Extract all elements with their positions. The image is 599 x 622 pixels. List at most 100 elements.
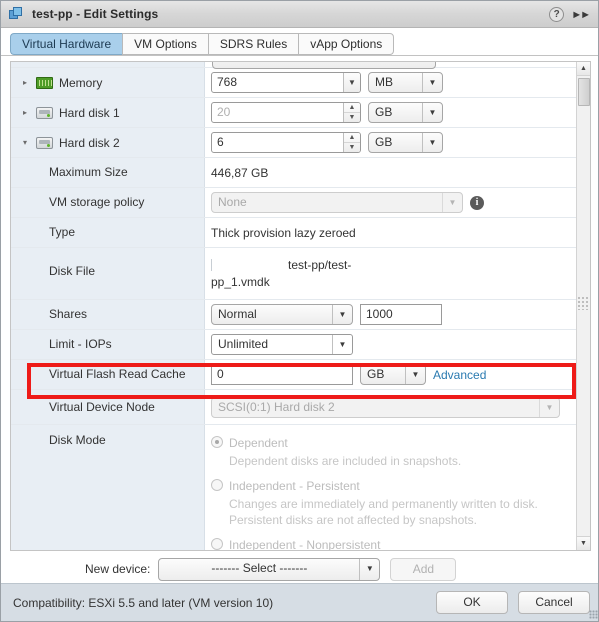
row-hard-disk-1: ▸ Hard disk 1 20 ▲ ▼ GB ▼ [11, 98, 576, 128]
chevron-down-icon[interactable]: ▼ [332, 335, 352, 354]
hard-disk-2-size-input[interactable]: 6 ▲ ▼ [211, 132, 361, 153]
chevron-down-icon[interactable]: ▼ [539, 397, 559, 417]
virtual-device-node-value: SCSI(0:1) Hard disk 2 [218, 399, 335, 414]
row-label-limit-iops: Limit - IOPs [11, 330, 205, 359]
vm-storage-policy-value: None [218, 195, 247, 209]
panel-resize-grip[interactable] [577, 296, 589, 310]
chevron-down-icon[interactable]: ▼ [405, 365, 425, 384]
device-label-hard-disk-1: Hard disk 1 [59, 105, 120, 120]
memory-size-value[interactable]: 768 [212, 73, 343, 92]
hard-disk-1-size-value[interactable]: 20 [212, 103, 343, 122]
virtual-device-node-select[interactable]: SCSI(0:1) Hard disk 2 ▼ [211, 396, 560, 418]
maximum-size-value: 446,87 GB [211, 165, 269, 180]
disk-mode-label-independent-persistent: Independent - Persistent [229, 479, 360, 493]
tab-virtual-hardware[interactable]: Virtual Hardware [10, 33, 123, 55]
disk-mode-option-independent-persistent[interactable]: Independent - Persistent [211, 478, 570, 494]
row-label-shares: Shares [11, 300, 205, 329]
row-value-limit-iops: Unlimited ▼ [205, 330, 576, 359]
scrollbar-thumb[interactable] [578, 78, 590, 106]
hard-disk-icon [36, 136, 53, 149]
stepper-up-icon[interactable]: ▲ [344, 133, 360, 143]
window-title: test-pp - Edit Settings [32, 7, 159, 21]
tab-sdrs-rules[interactable]: SDRS Rules [207, 33, 299, 55]
add-device-button[interactable]: Add [390, 557, 457, 581]
row-value-virtual-device-node: SCSI(0:1) Hard disk 2 ▼ [205, 390, 576, 424]
row-label-disk-mode: Disk Mode [11, 425, 205, 550]
row-value-virtual-flash-read-cache: 0 GB ▼ Advanced [205, 360, 576, 389]
edit-settings-dialog: test-pp - Edit Settings ? ►► Virtual Har… [0, 0, 599, 622]
limit-iops-select[interactable]: Unlimited ▼ [211, 334, 353, 355]
disk-mode-label-dependent: Dependent [229, 436, 288, 450]
radio-independent-nonpersistent-icon[interactable] [211, 538, 223, 550]
chevron-down-icon[interactable]: ▼ [359, 558, 379, 580]
type-value: Thick provision lazy zeroed [211, 225, 356, 240]
hard-disk-1-unit-select[interactable]: GB ▼ [368, 102, 443, 123]
memory-size-input[interactable]: 768 ▼ [211, 72, 361, 93]
row-label-disk-file: Disk File [11, 248, 205, 299]
ok-button[interactable]: OK [436, 591, 508, 614]
row-value-vm-storage-policy: None ▼ i [205, 188, 576, 217]
row-label-type: Type [11, 218, 205, 247]
row-shares: Shares Normal ▼ 1000 [11, 300, 576, 330]
shares-amount-input[interactable]: 1000 [360, 304, 442, 325]
expand-icon[interactable]: ►► [571, 9, 592, 21]
hard-disk-2-size-stepper[interactable]: ▲ ▼ [343, 133, 360, 152]
expand-twisty-memory[interactable]: ▸ [23, 77, 36, 89]
virtual-flash-read-cache-unit-select[interactable]: GB ▼ [360, 364, 426, 385]
info-icon[interactable]: i [470, 195, 484, 210]
stepper-down-icon[interactable]: ▼ [344, 143, 360, 152]
new-device-select[interactable]: ------- Select ------- ▼ [158, 557, 381, 581]
chevron-down-icon[interactable]: ▼ [422, 103, 442, 122]
row-label-hard-disk-1: ▸ Hard disk 1 [11, 98, 205, 127]
hard-disk-1-unit-value: GB [375, 105, 393, 119]
help-icon[interactable]: ? [549, 7, 565, 22]
hard-disk-2-unit-select[interactable]: GB ▼ [368, 132, 443, 153]
row-value-hard-disk-1: 20 ▲ ▼ GB ▼ [205, 98, 576, 127]
disk-mode-option-dependent[interactable]: Dependent [211, 435, 570, 451]
chevron-down-icon[interactable]: ▼ [422, 73, 442, 92]
virtual-flash-read-cache-input[interactable]: 0 [211, 364, 353, 385]
stepper-down-icon[interactable]: ▼ [344, 113, 360, 122]
advanced-link[interactable]: Advanced [433, 368, 486, 382]
row-value-shares: Normal ▼ 1000 [205, 300, 576, 329]
cancel-button[interactable]: Cancel [518, 591, 590, 614]
hard-disk-2-size-value[interactable]: 6 [212, 133, 343, 152]
chevron-down-icon[interactable]: ▼ [422, 133, 442, 152]
new-device-label: New device: [85, 562, 151, 576]
row-label-memory: ▸ Memory [11, 68, 205, 97]
chevron-down-icon[interactable]: ▼ [332, 305, 352, 324]
row-value-disk-mode: Dependent Dependent disks are included i… [205, 425, 576, 550]
hard-disk-icon [36, 106, 53, 119]
shares-level-select[interactable]: Normal ▼ [211, 304, 353, 325]
compatibility-text: Compatibility: ESXi 5.5 and later (VM ve… [13, 595, 274, 610]
row-maximum-size: Maximum Size 446,87 GB [11, 158, 576, 188]
disk-mode-desc-independent-persistent-line-2: Persistent disks are not affected by sna… [229, 513, 477, 527]
scroll-up-arrow-icon[interactable]: ▲ [577, 62, 590, 76]
chevron-down-icon[interactable]: ▼ [442, 193, 462, 212]
expand-twisty-hard-disk-1[interactable]: ▸ [23, 107, 36, 119]
radio-dependent-icon[interactable] [211, 436, 223, 448]
disk-mode-option-independent-nonpersistent[interactable]: Independent - Nonpersistent [211, 537, 570, 550]
row-label-virtual-device-node: Virtual Device Node [11, 390, 205, 424]
row-label-maximum-size: Maximum Size [11, 158, 205, 187]
shares-level-value: Normal [218, 307, 257, 321]
disk-mode-label-independent-nonpersistent: Independent - Nonpersistent [229, 538, 381, 550]
resize-grip-icon[interactable] [589, 610, 598, 619]
stepper-up-icon[interactable]: ▲ [344, 103, 360, 113]
disk-file-line-2: pp_1.vmdk [211, 275, 270, 289]
radio-independent-persistent-icon[interactable] [211, 479, 223, 491]
footer-actions: OK Cancel [426, 591, 590, 614]
collapse-twisty-hard-disk-2[interactable]: ▾ [23, 137, 36, 149]
hard-disk-1-size-stepper[interactable]: ▲ ▼ [343, 103, 360, 122]
memory-size-dropdown-arrow[interactable]: ▼ [343, 73, 360, 92]
tab-vm-options[interactable]: VM Options [122, 33, 208, 55]
tab-vapp-options[interactable]: vApp Options [298, 33, 395, 55]
memory-unit-select[interactable]: MB ▼ [368, 72, 443, 93]
device-label-hard-disk-2: Hard disk 2 [59, 135, 120, 150]
hard-disk-1-size-input[interactable]: 20 ▲ ▼ [211, 102, 361, 123]
row-disk-file: Disk File test-pp/test- pp_1.vmdk [11, 248, 576, 300]
vm-storage-policy-select[interactable]: None ▼ [211, 192, 463, 213]
dialog-footer: Compatibility: ESXi 5.5 and later (VM ve… [1, 583, 598, 621]
scroll-down-arrow-icon[interactable]: ▼ [577, 536, 590, 550]
row-memory: ▸ Memory 768 ▼ MB ▼ [11, 68, 576, 98]
